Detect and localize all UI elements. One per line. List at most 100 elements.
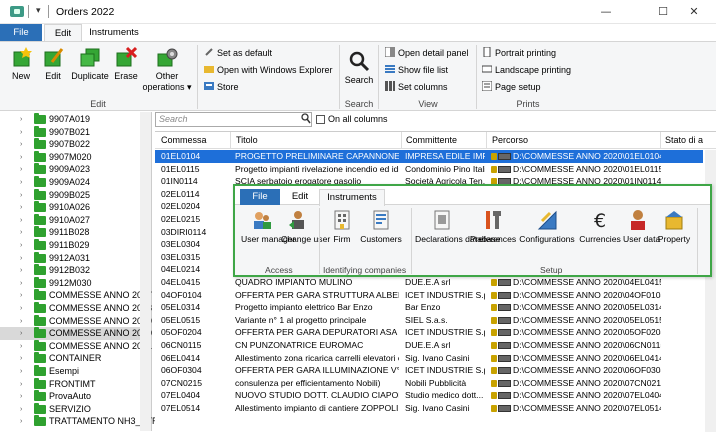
tree-item[interactable]: › COMMESSE ANNO 2017 — [0, 289, 152, 302]
store-button[interactable]: Store — [204, 81, 239, 93]
table-row[interactable]: 06EL0414 Allestimento zona ricarica carre… — [155, 352, 703, 365]
expand-arrow-icon[interactable]: › — [20, 277, 22, 290]
column-header-titolo[interactable]: Titolo — [236, 135, 258, 145]
expand-arrow-icon[interactable]: › — [20, 315, 22, 328]
expand-arrow-icon[interactable]: › — [20, 214, 22, 227]
popup-tab-file[interactable]: File — [240, 189, 280, 205]
tree-item[interactable]: › 9907B022 — [0, 138, 140, 151]
column-header-stato[interactable]: Stato di a — [665, 135, 703, 145]
tree-item[interactable]: › FRONTIMT — [0, 377, 140, 391]
tree-item[interactable]: › SERVIZIO — [0, 402, 140, 416]
table-row[interactable]: 06CN0115 CN PUNZONATRICE EUROMAC DUE.E.A s… — [155, 339, 703, 352]
tree-item[interactable]: › COMMESSE ANNO 2019 — [0, 314, 152, 328]
expand-arrow-icon[interactable]: › — [20, 113, 22, 126]
column-header-commessa[interactable]: Commessa — [161, 135, 207, 145]
expand-arrow-icon[interactable]: › — [20, 126, 22, 139]
quick-access-menu-icon[interactable]: ▾ — [36, 5, 41, 16]
expand-arrow-icon[interactable]: › — [20, 415, 22, 428]
set-columns-button[interactable]: Set columns — [385, 81, 448, 93]
table-row[interactable]: 05EL0515 Variante n° 1 al progetto princi… — [155, 314, 703, 327]
tree-scrollbar[interactable] — [140, 112, 151, 431]
expand-arrow-icon[interactable]: › — [20, 151, 22, 164]
change-user-button[interactable]: Change user — [281, 209, 330, 244]
declarations-database-button[interactable]: Declarations database — [415, 209, 501, 244]
user-manager-button[interactable]: User manager — [241, 209, 295, 244]
portrait-printing-button[interactable]: Portrait printing — [482, 46, 556, 59]
expand-arrow-icon[interactable]: › — [20, 352, 22, 365]
expand-arrow-icon[interactable]: › — [20, 403, 22, 416]
tree-item[interactable]: › 9907A019 — [0, 113, 140, 126]
tree-item[interactable]: › 9911B029 — [0, 239, 140, 252]
new-button[interactable]: New — [6, 46, 36, 82]
search-icon[interactable] — [301, 113, 311, 127]
expand-arrow-icon[interactable]: › — [20, 201, 22, 214]
configurations-button[interactable]: Configurations — [517, 209, 577, 244]
popup-tab-edit[interactable]: Edit — [283, 189, 317, 205]
close-button[interactable]: ✕ — [672, 2, 716, 22]
tree-item[interactable]: › 9907M020 — [0, 150, 140, 164]
expand-arrow-icon[interactable]: › — [20, 226, 22, 239]
column-header-committente[interactable]: Committente — [406, 135, 457, 145]
erase-button[interactable]: Erase — [112, 46, 140, 82]
table-row[interactable]: 07EL0404 NUOVO STUDIO DOTT. CLAUDIO CIAPO… — [155, 389, 703, 402]
tab-file[interactable]: File — [0, 24, 42, 41]
tree-item[interactable]: › 9909B025 — [0, 188, 140, 202]
tree-item[interactable]: › 9909A024 — [0, 176, 140, 189]
expand-arrow-icon[interactable]: › — [20, 327, 22, 340]
tree-item[interactable]: › COMMESSE ANNO 2020 — [0, 327, 152, 341]
expand-arrow-icon[interactable]: › — [20, 390, 22, 403]
show-file-list-button[interactable]: Show file list — [385, 64, 448, 76]
tree-item[interactable]: › ProvaAuto — [0, 390, 140, 403]
expand-arrow-icon[interactable]: › — [20, 176, 22, 189]
tab-edit[interactable]: Edit — [44, 24, 82, 41]
currencies-button[interactable]: € Currencies — [579, 209, 621, 244]
expand-arrow-icon[interactable]: › — [20, 302, 22, 315]
firm-button[interactable]: Firm — [327, 209, 357, 244]
open-explorer-button[interactable]: Open with Windows Explorer — [204, 64, 333, 76]
expand-arrow-icon[interactable]: › — [20, 189, 22, 202]
expand-arrow-icon[interactable]: › — [20, 365, 22, 378]
table-row[interactable]: 05OF0204 OFFERTA PER GARA DEPURATORI ASA I… — [155, 326, 703, 339]
table-row[interactable]: 04OF0104 OFFERTA PER GARA STRUTTURA ALBER… — [155, 289, 703, 302]
landscape-printing-button[interactable]: Landscape printing — [481, 64, 571, 76]
edit-button[interactable]: Edit — [38, 46, 68, 82]
tree-item[interactable]: › COMMESSE ANNO 2021 — [0, 339, 152, 353]
expand-arrow-icon[interactable]: › — [20, 289, 22, 302]
table-row[interactable]: 05EL0314 Progetto impianto elettrico Bar … — [155, 301, 703, 314]
preferences-button[interactable]: Preferences — [469, 209, 517, 244]
popup-tab-instruments[interactable]: Instruments — [319, 189, 385, 206]
open-detail-button[interactable]: Open detail panel — [384, 46, 469, 59]
tree-item[interactable]: › 9911B028 — [0, 226, 140, 239]
tree-item[interactable]: › 9912A031 — [0, 251, 140, 265]
other-operations-button[interactable]: Other operations ▾ — [142, 46, 192, 93]
set-default-button[interactable]: Set as default — [204, 47, 272, 59]
page-setup-button[interactable]: Page setup — [481, 80, 541, 93]
table-row[interactable]: 01EL0115 Progetto impianti rivelazione in… — [155, 163, 703, 176]
table-row[interactable]: 01EL0104 PROGETTO PRELIMINARE CAPANNONE I… — [155, 150, 703, 163]
table-row[interactable]: 07EL0514 Allestimento impianto di cantier… — [155, 402, 703, 415]
tree-item[interactable]: › Esempi — [0, 365, 140, 378]
duplicate-button[interactable]: Duplicate — [70, 46, 110, 82]
folder-tree[interactable]: › 9907A019 › 9907B021 › 9907B022 › 9907M020 › 990… — [0, 112, 159, 431]
tree-item[interactable]: › COMMESSE ANNO 2018 — [0, 302, 152, 315]
search-input[interactable]: Search — [155, 112, 312, 127]
search-button[interactable]: Search — [343, 50, 375, 86]
minimize-button[interactable]: — — [584, 2, 628, 22]
expand-arrow-icon[interactable]: › — [20, 239, 22, 252]
expand-arrow-icon[interactable]: › — [20, 340, 22, 353]
tree-item[interactable]: › 9912B032 — [0, 264, 140, 277]
table-row[interactable]: 06OF0304 OFFERTA PER GARA ILLUMINAZIONE V… — [155, 364, 703, 377]
table-row[interactable]: 07CN0215 consulenza per efficientamento N… — [155, 377, 703, 390]
expand-arrow-icon[interactable]: › — [20, 138, 22, 151]
tree-item[interactable]: › 9912M030 — [0, 276, 140, 290]
tab-instruments[interactable]: Instruments — [86, 24, 142, 41]
expand-arrow-icon[interactable]: › — [20, 378, 22, 391]
expand-arrow-icon[interactable]: › — [20, 252, 22, 265]
tree-item[interactable]: › 9910A026 — [0, 201, 140, 214]
customers-button[interactable]: Customers — [359, 209, 403, 244]
expand-arrow-icon[interactable]: › — [20, 163, 22, 176]
tree-item[interactable]: › CONTAINER — [0, 352, 140, 365]
tree-item[interactable]: › 9909A023 — [0, 163, 140, 176]
on-all-columns-checkbox[interactable] — [316, 115, 325, 124]
tree-item[interactable]: › 9907B021 — [0, 125, 140, 139]
